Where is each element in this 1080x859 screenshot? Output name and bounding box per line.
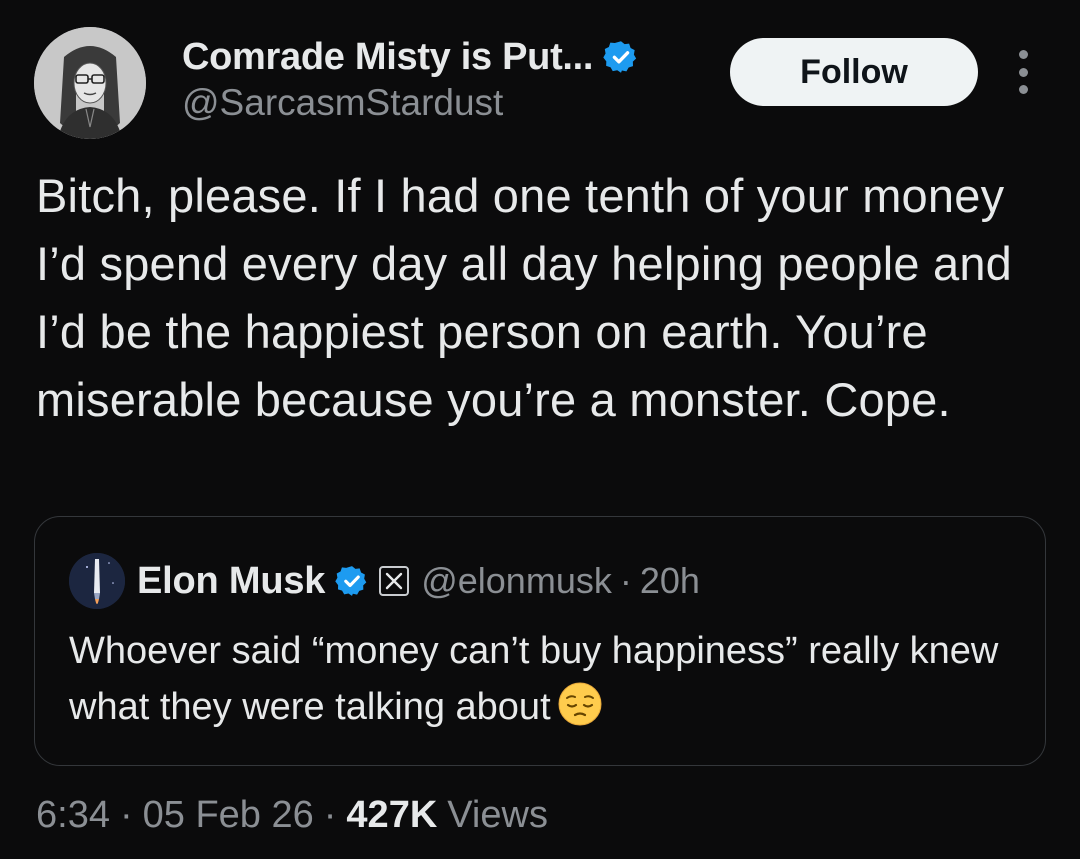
author-avatar[interactable]: [34, 27, 146, 139]
tweet-card: Comrade Misty is Put... @SarcasmStardust…: [0, 0, 1080, 859]
follow-button[interactable]: Follow: [730, 38, 978, 106]
tweet-time[interactable]: 6:34: [36, 794, 110, 837]
quoted-text: Whoever said “money can’t buy happiness”…: [69, 623, 1029, 735]
more-options-icon[interactable]: [1008, 50, 1038, 94]
tweet-meta: 6:34 · 05 Feb 26 · 427K Views: [36, 790, 548, 840]
more-dot: [1018, 85, 1028, 94]
quoted-author-avatar[interactable]: [69, 553, 125, 609]
tweet-date[interactable]: 05 Feb 26: [143, 794, 314, 837]
pensive-face-emoji-icon: [557, 681, 603, 727]
more-dot: [1018, 50, 1028, 59]
quoted-text-body: Whoever said “money can’t buy happiness”…: [69, 630, 999, 728]
quoted-display-name[interactable]: Elon Musk: [137, 560, 325, 603]
x-affiliation-icon: [379, 566, 410, 596]
more-dot: [1018, 67, 1028, 77]
meta-separator: ·: [323, 793, 337, 836]
quoted-separator: ·: [619, 560, 632, 601]
quoted-handle[interactable]: @elonmusk: [421, 560, 612, 602]
views-label[interactable]: Views: [447, 794, 548, 837]
verified-badge-icon: [335, 564, 369, 598]
avatar-rocket-image: [69, 553, 125, 609]
author-handle[interactable]: @SarcasmStardust: [182, 82, 503, 124]
quoted-tweet[interactable]: Elon Musk @elonmusk · 20h Whoever said “…: [34, 516, 1046, 766]
tweet-text: Bitch, please. If I had one tenth of you…: [36, 169, 1013, 426]
views-count[interactable]: 427K: [346, 794, 437, 837]
author-name-row: Comrade Misty is Put...: [182, 34, 639, 80]
quoted-time[interactable]: 20h: [640, 560, 700, 602]
meta-separator: ·: [119, 793, 133, 836]
avatar-portrait-sketch: [34, 27, 146, 139]
verified-badge-icon: [603, 39, 639, 75]
quoted-header: Elon Musk @elonmusk · 20h: [137, 553, 700, 609]
author-display-name[interactable]: Comrade Misty is Put...: [182, 36, 594, 79]
